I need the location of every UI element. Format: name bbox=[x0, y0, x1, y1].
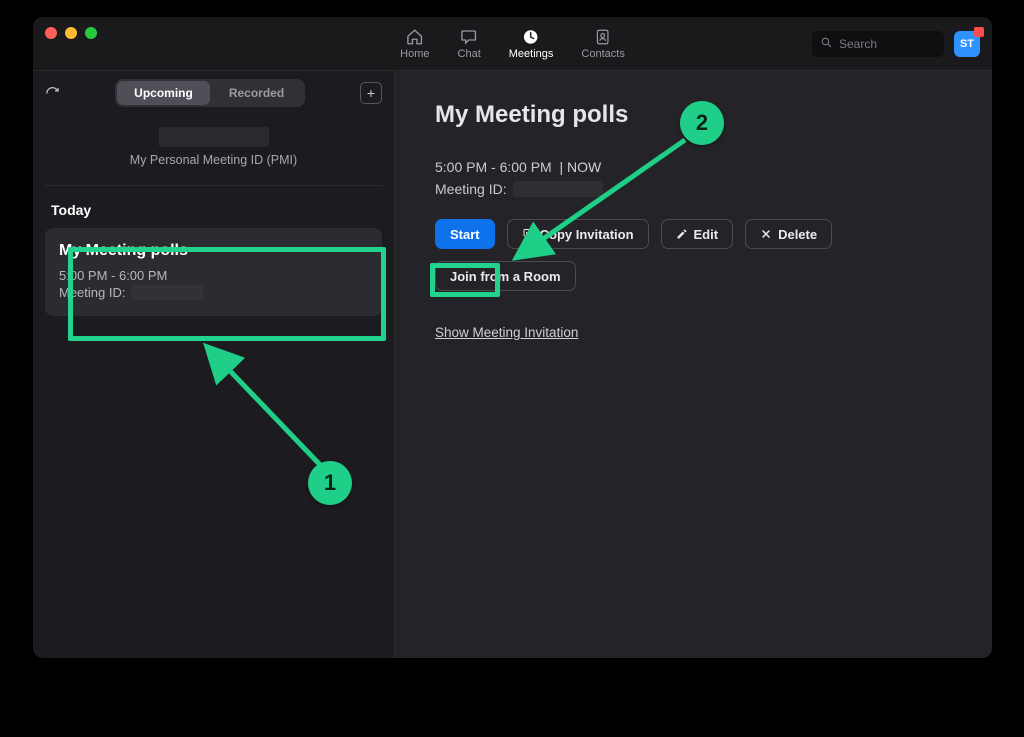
tab-recorded[interactable]: Recorded bbox=[210, 81, 303, 105]
delete-button-label: Delete bbox=[778, 227, 817, 242]
pmi-label: My Personal Meeting ID (PMI) bbox=[57, 153, 370, 167]
meeting-card-id-label: Meeting ID: bbox=[59, 285, 125, 300]
minimize-window-button[interactable] bbox=[65, 27, 77, 39]
clock-icon bbox=[522, 28, 540, 46]
app-window: Home Chat Meetings Contacts bbox=[33, 17, 992, 658]
close-window-button[interactable] bbox=[45, 27, 57, 39]
detail-panel: My Meeting polls 5:00 PM - 6:00 PM | NOW… bbox=[395, 71, 992, 658]
sidebar: Upcoming Recorded + My Personal Meeting … bbox=[33, 71, 395, 658]
plus-icon: + bbox=[367, 85, 375, 101]
detail-time-range: 5:00 PM - 6:00 PM bbox=[435, 159, 552, 175]
titlebar: Home Chat Meetings Contacts bbox=[33, 17, 992, 71]
pmi-block[interactable]: My Personal Meeting ID (PMI) bbox=[45, 115, 382, 186]
copy-icon bbox=[522, 228, 534, 240]
avatar-initials: ST bbox=[960, 38, 974, 50]
sidebar-toolbar: Upcoming Recorded + bbox=[33, 71, 394, 115]
meeting-card[interactable]: My Meeting polls 5:00 PM - 6:00 PM Meeti… bbox=[45, 228, 382, 316]
nav-meetings[interactable]: Meetings bbox=[509, 28, 554, 60]
meeting-card-id-row: Meeting ID: bbox=[59, 285, 368, 300]
window-controls bbox=[45, 27, 97, 39]
detail-meeting-id-redacted bbox=[513, 181, 603, 197]
edit-button-label: Edit bbox=[694, 227, 719, 242]
search-input[interactable]: Search bbox=[812, 31, 944, 57]
nav-home-label: Home bbox=[400, 48, 429, 60]
contacts-icon bbox=[594, 28, 612, 46]
avatar[interactable]: ST bbox=[954, 31, 980, 57]
chat-icon bbox=[460, 28, 478, 46]
nav-contacts[interactable]: Contacts bbox=[581, 28, 624, 60]
maximize-window-button[interactable] bbox=[85, 27, 97, 39]
nav-meetings-label: Meetings bbox=[509, 48, 554, 60]
refresh-icon[interactable] bbox=[45, 86, 60, 101]
nav-contacts-label: Contacts bbox=[581, 48, 624, 60]
nav-chat[interactable]: Chat bbox=[458, 28, 481, 60]
copy-invitation-button[interactable]: Copy Invitation bbox=[507, 219, 649, 249]
pencil-icon bbox=[676, 228, 688, 240]
tab-segmented-control: Upcoming Recorded bbox=[115, 79, 305, 107]
detail-title: My Meeting polls bbox=[435, 101, 952, 129]
start-button-label: Start bbox=[450, 227, 480, 242]
start-button[interactable]: Start bbox=[435, 219, 495, 249]
meeting-card-title: My Meeting polls bbox=[59, 242, 368, 260]
body: Upcoming Recorded + My Personal Meeting … bbox=[33, 71, 992, 658]
top-nav: Home Chat Meetings Contacts bbox=[400, 28, 625, 60]
copy-invitation-label: Copy Invitation bbox=[540, 227, 634, 242]
action-row-1: Start Copy Invitation Edit bbox=[435, 219, 952, 249]
join-from-room-label: Join from a Room bbox=[450, 269, 561, 284]
show-invitation-link[interactable]: Show Meeting Invitation bbox=[435, 325, 578, 340]
today-heading: Today bbox=[33, 186, 394, 228]
detail-time-row: 5:00 PM - 6:00 PM | NOW bbox=[435, 159, 952, 175]
delete-button[interactable]: Delete bbox=[745, 219, 832, 249]
search-icon bbox=[820, 36, 833, 52]
x-icon bbox=[760, 228, 772, 240]
pmi-redacted-value bbox=[159, 127, 269, 147]
action-row-2: Join from a Room bbox=[435, 261, 952, 291]
nav-home[interactable]: Home bbox=[400, 28, 429, 60]
tab-upcoming[interactable]: Upcoming bbox=[117, 81, 210, 105]
detail-meeting-id-label: Meeting ID: bbox=[435, 181, 507, 197]
join-from-room-button[interactable]: Join from a Room bbox=[435, 261, 576, 291]
search-placeholder: Search bbox=[839, 37, 877, 51]
edit-button[interactable]: Edit bbox=[661, 219, 734, 249]
detail-meeting-id-row: Meeting ID: bbox=[435, 181, 952, 197]
nav-chat-label: Chat bbox=[458, 48, 481, 60]
home-icon bbox=[406, 28, 424, 46]
meeting-card-time: 5:00 PM - 6:00 PM bbox=[59, 268, 368, 283]
meeting-card-id-redacted bbox=[131, 285, 203, 300]
titlebar-right: Search ST bbox=[812, 31, 980, 57]
add-meeting-button[interactable]: + bbox=[360, 82, 382, 104]
detail-now-badge: | NOW bbox=[560, 159, 602, 175]
